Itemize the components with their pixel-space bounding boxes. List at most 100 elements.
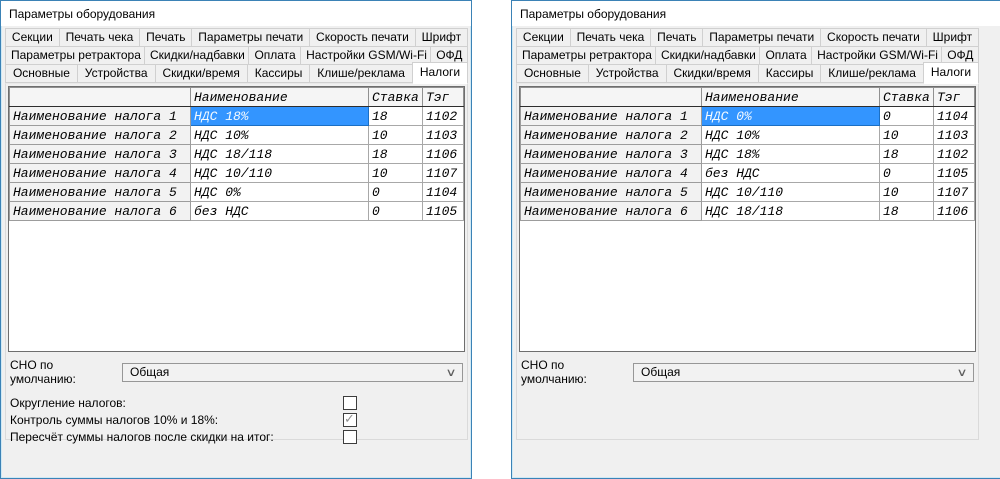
tab-pechat[interactable]: Печать [139,28,192,47]
tax-rate-cell[interactable]: 18 [880,202,934,221]
sno-row: СНО по умолчанию: Общая ∨ [521,358,974,386]
tax-name-cell[interactable]: без НДС [702,164,880,183]
tax-tag-cell[interactable]: 1106 [934,202,975,221]
tax-name-cell[interactable]: НДС 18% [702,145,880,164]
col-header-empty[interactable] [521,88,702,107]
sno-default-label: СНО по умолчанию: [521,358,633,386]
tax-name-cell[interactable]: НДС 18/118 [191,145,369,164]
row-label-tax-5[interactable]: Наименование налога 5 [10,183,191,202]
col-header-rate[interactable]: Ставка [880,88,934,107]
table-row: Наименование налога 1 НДС 18% 18 1102 [10,107,464,126]
tax-name-cell[interactable]: НДС 18% [191,107,369,126]
tax-name-cell[interactable]: НДС 10% [702,126,880,145]
tax-tag-cell[interactable]: 1103 [934,126,975,145]
tab-shrift[interactable]: Шрифт [926,28,979,47]
tab-oplata[interactable]: Оплата [759,46,812,65]
tax-tag-cell[interactable]: 1105 [934,164,975,183]
tax-name-cell[interactable]: НДС 10% [191,126,369,145]
tax-name-cell[interactable]: НДС 10/110 [191,164,369,183]
row-label-tax-1[interactable]: Наименование налога 1 [521,107,702,126]
tab-sektsii[interactable]: Секции [5,28,60,47]
row-label-tax-3[interactable]: Наименование налога 3 [521,145,702,164]
tab-skidki-vremya[interactable]: Скидки/время [155,64,248,83]
row-label-tax-6[interactable]: Наименование налога 6 [10,202,191,221]
tax-rate-cell[interactable]: 10 [880,126,934,145]
row-label-tax-2[interactable]: Наименование налога 2 [521,126,702,145]
tax-rate-cell[interactable]: 18 [880,145,934,164]
tab-pechat-cheka[interactable]: Печать чека [570,28,652,47]
tax-rate-cell[interactable]: 18 [369,107,423,126]
tab-pechat[interactable]: Печать [650,28,703,47]
tax-rate-cell[interactable]: 10 [880,183,934,202]
table-header-row: Наименование Ставка Тэг [10,88,464,107]
tax-tag-cell[interactable]: 1107 [934,183,975,202]
tab-osnovnye[interactable]: Основные [5,64,78,83]
col-header-tag[interactable]: Тэг [934,88,975,107]
tab-ustroystva[interactable]: Устройства [588,64,667,83]
row-label-tax-4[interactable]: Наименование налога 4 [521,164,702,183]
col-header-name[interactable]: Наименование [702,88,880,107]
tab-nalogi[interactable]: Налоги [923,62,979,84]
col-header-empty[interactable] [10,88,191,107]
tax-sum-control-checkbox[interactable] [343,413,357,427]
tax-tag-cell[interactable]: 1102 [423,107,464,126]
tax-rounding-label: Округление налогов: [10,396,343,410]
row-label-tax-3[interactable]: Наименование налога 3 [10,145,191,164]
col-header-name[interactable]: Наименование [191,88,369,107]
tax-tag-cell[interactable]: 1104 [423,183,464,202]
tax-tag-cell[interactable]: 1102 [934,145,975,164]
tab-pechat-cheka[interactable]: Печать чека [59,28,141,47]
tax-name-cell[interactable]: НДС 0% [191,183,369,202]
row-label-tax-2[interactable]: Наименование налога 2 [10,126,191,145]
tax-tag-cell[interactable]: 1104 [934,107,975,126]
tax-tag-cell[interactable]: 1107 [423,164,464,183]
tax-name-cell[interactable]: НДС 18/118 [702,202,880,221]
sno-default-combobox[interactable]: Общая ∨ [633,363,974,382]
tab-parametry-pechati[interactable]: Параметры печати [702,28,821,47]
col-header-rate[interactable]: Ставка [369,88,423,107]
row-label-tax-6[interactable]: Наименование налога 6 [521,202,702,221]
row-label-tax-5[interactable]: Наименование налога 5 [521,183,702,202]
tab-parametry-retraktora[interactable]: Параметры ретрактора [5,46,145,65]
row-label-tax-4[interactable]: Наименование налога 4 [10,164,191,183]
tax-rate-cell[interactable]: 0 [880,107,934,126]
tab-parametry-pechati[interactable]: Параметры печати [191,28,310,47]
tab-klishe-reklama[interactable]: Клише/реклама [309,64,413,83]
tax-rate-cell[interactable]: 18 [369,145,423,164]
tax-rounding-checkbox[interactable] [343,396,357,410]
tab-shrift[interactable]: Шрифт [415,28,468,47]
col-header-tag[interactable]: Тэг [423,88,464,107]
tab-skidki-vremya[interactable]: Скидки/время [666,64,759,83]
tax-rate-cell[interactable]: 0 [369,183,423,202]
tax-tag-cell[interactable]: 1103 [423,126,464,145]
tab-kassiry[interactable]: Кассиры [247,64,311,83]
tab-nalogi[interactable]: Налоги [412,62,468,84]
row-label-tax-1[interactable]: Наименование налога 1 [10,107,191,126]
title-bar[interactable]: Параметры оборудования [512,1,1000,26]
tax-name-cell[interactable]: НДС 0% [702,107,880,126]
checkbox-section: Округление налогов: Контроль суммы налог… [10,394,463,445]
tax-rate-cell[interactable]: 10 [369,164,423,183]
tab-kassiry[interactable]: Кассиры [758,64,822,83]
tax-name-cell[interactable]: без НДС [191,202,369,221]
tax-name-cell[interactable]: НДС 10/110 [702,183,880,202]
tax-recalc-checkbox[interactable] [343,430,357,444]
tab-skorost-pechati[interactable]: Скорость печати [309,28,416,47]
tax-tag-cell[interactable]: 1105 [423,202,464,221]
tab-skorost-pechati[interactable]: Скорость печати [820,28,927,47]
title-bar[interactable]: Параметры оборудования [1,1,471,26]
tab-parametry-retraktora[interactable]: Параметры ретрактора [516,46,656,65]
tax-recalc-label: Пересчёт суммы налогов после скидки на и… [10,430,343,444]
tab-ustroystva[interactable]: Устройства [77,64,156,83]
tab-sektsii[interactable]: Секции [516,28,571,47]
tax-tag-cell[interactable]: 1106 [423,145,464,164]
tax-rate-cell[interactable]: 10 [369,126,423,145]
sno-default-combobox[interactable]: Общая ∨ [122,363,463,382]
tab-skidki-nadbavki[interactable]: Скидки/надбавки [144,46,249,65]
tax-rate-cell[interactable]: 0 [880,164,934,183]
tab-skidki-nadbavki[interactable]: Скидки/надбавки [655,46,760,65]
tab-oplata[interactable]: Оплата [248,46,301,65]
tab-klishe-reklama[interactable]: Клише/реклама [820,64,924,83]
tab-osnovnye[interactable]: Основные [516,64,589,83]
tax-rate-cell[interactable]: 0 [369,202,423,221]
